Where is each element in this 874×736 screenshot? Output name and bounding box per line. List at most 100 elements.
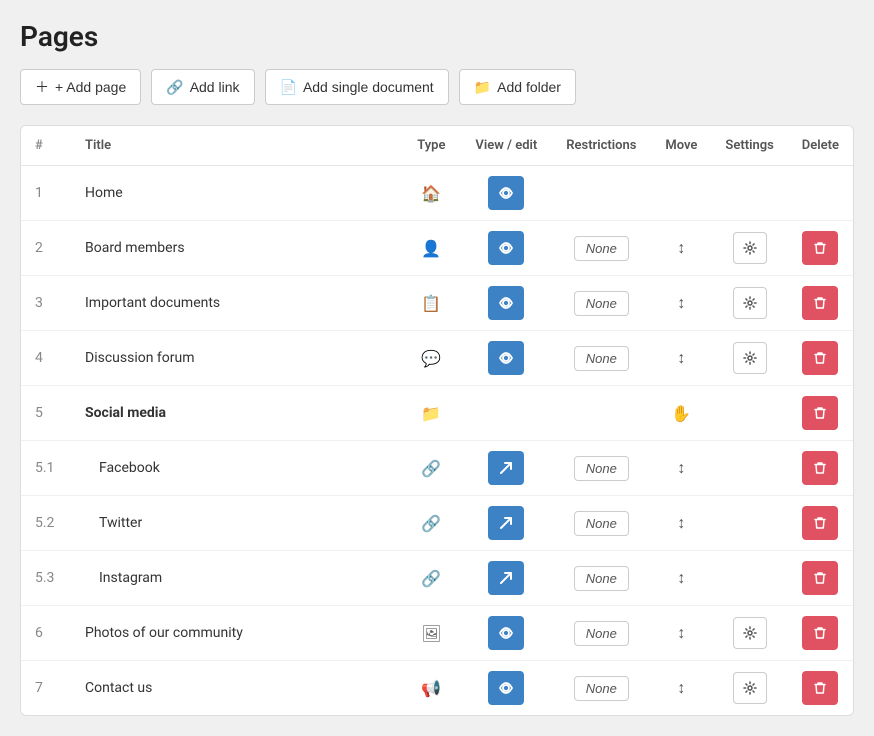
delete-button[interactable]: [802, 341, 838, 375]
table-row: 3Important documents📋None↕: [21, 276, 853, 331]
delete-button[interactable]: [802, 561, 838, 595]
row-settings-cell: [711, 386, 787, 441]
restrictions-dropdown[interactable]: None: [574, 621, 629, 646]
row-view-button-cell: [461, 496, 551, 551]
row-move-cell: ↕: [651, 661, 711, 716]
restrictions-dropdown[interactable]: None: [574, 236, 629, 261]
row-restrictions-cell: None: [551, 331, 651, 386]
add-link-button[interactable]: 🔗 Add link: [151, 69, 254, 105]
add-folder-button[interactable]: 📁 Add folder: [459, 69, 576, 105]
move-arrows-icon[interactable]: ↕: [677, 348, 685, 367]
view-edit-button[interactable]: [488, 176, 524, 210]
row-type-icon: 🖼: [401, 606, 461, 661]
row-move-cell: ✋: [651, 386, 711, 441]
restrictions-dropdown[interactable]: None: [574, 291, 629, 316]
move-arrows-icon[interactable]: ↕: [677, 568, 685, 587]
row-type-icon: 👤: [401, 221, 461, 276]
move-arrows-icon[interactable]: ↕: [677, 623, 685, 642]
row-settings-cell: [711, 166, 787, 221]
view-edit-button[interactable]: [488, 616, 524, 650]
row-delete-cell: [788, 661, 853, 716]
view-edit-button[interactable]: [488, 671, 524, 705]
drag-handle-icon[interactable]: ✋: [671, 404, 691, 423]
move-arrows-icon[interactable]: ↕: [677, 458, 685, 477]
row-title: Instagram: [71, 551, 401, 606]
delete-button[interactable]: [802, 396, 838, 430]
restrictions-dropdown[interactable]: None: [574, 566, 629, 591]
view-edit-button[interactable]: [488, 231, 524, 265]
row-settings-cell: [711, 496, 787, 551]
row-number: 7: [21, 661, 71, 716]
add-folder-label: Add folder: [497, 79, 561, 95]
row-move-cell: [651, 166, 711, 221]
row-delete-cell: [788, 221, 853, 276]
delete-button[interactable]: [802, 616, 838, 650]
col-header-restrictions: Restrictions: [551, 126, 651, 166]
row-restrictions-cell: None: [551, 441, 651, 496]
row-restrictions-cell: None: [551, 221, 651, 276]
row-move-cell: ↕: [651, 496, 711, 551]
row-move-cell: ↕: [651, 276, 711, 331]
delete-button[interactable]: [802, 506, 838, 540]
view-edit-button[interactable]: [488, 561, 524, 595]
view-edit-button[interactable]: [488, 451, 524, 485]
row-type-icon: 🔗: [401, 441, 461, 496]
add-page-button[interactable]: ＋ + Add page: [20, 69, 141, 105]
row-delete-cell: [788, 386, 853, 441]
folder-icon: 📁: [474, 79, 491, 96]
view-edit-button[interactable]: [488, 341, 524, 375]
pages-table-card: # Title Type View / edit Restrictions Mo…: [20, 125, 854, 716]
settings-button[interactable]: [733, 342, 767, 374]
page-title: Pages: [20, 20, 854, 53]
row-settings-cell: [711, 221, 787, 276]
restrictions-dropdown[interactable]: None: [574, 456, 629, 481]
row-title: Home: [71, 166, 401, 221]
move-arrows-icon[interactable]: ↕: [677, 678, 685, 697]
restrictions-dropdown[interactable]: None: [574, 676, 629, 701]
row-settings-cell: [711, 441, 787, 496]
delete-button[interactable]: [802, 231, 838, 265]
row-settings-cell: [711, 331, 787, 386]
row-number: 5.2: [21, 496, 71, 551]
col-header-move: Move: [651, 126, 711, 166]
row-number: 5: [21, 386, 71, 441]
delete-button[interactable]: [802, 671, 838, 705]
row-number: 1: [21, 166, 71, 221]
row-restrictions-cell: None: [551, 496, 651, 551]
row-view-button-cell: [461, 166, 551, 221]
row-type-icon: 📋: [401, 276, 461, 331]
row-restrictions-cell: None: [551, 551, 651, 606]
row-number: 5.1: [21, 441, 71, 496]
add-document-label: Add single document: [303, 79, 434, 95]
row-restrictions-cell: None: [551, 276, 651, 331]
move-arrows-icon[interactable]: ↕: [677, 293, 685, 312]
row-type-icon: 🏠: [401, 166, 461, 221]
row-view-button-cell: [461, 276, 551, 331]
settings-button[interactable]: [733, 287, 767, 319]
row-move-cell: ↕: [651, 221, 711, 276]
settings-button[interactable]: [733, 672, 767, 704]
view-edit-button[interactable]: [488, 506, 524, 540]
restrictions-dropdown[interactable]: None: [574, 511, 629, 536]
settings-button[interactable]: [733, 617, 767, 649]
row-number: 5.3: [21, 551, 71, 606]
move-arrows-icon[interactable]: ↕: [677, 513, 685, 532]
row-title: Facebook: [71, 441, 401, 496]
row-title: Board members: [71, 221, 401, 276]
settings-button[interactable]: [733, 232, 767, 264]
row-number: 6: [21, 606, 71, 661]
col-header-delete: Delete: [788, 126, 853, 166]
row-settings-cell: [711, 551, 787, 606]
delete-button[interactable]: [802, 451, 838, 485]
col-header-view-edit: View / edit: [461, 126, 551, 166]
row-delete-cell: [788, 606, 853, 661]
view-edit-button[interactable]: [488, 286, 524, 320]
delete-button[interactable]: [802, 286, 838, 320]
move-arrows-icon[interactable]: ↕: [677, 238, 685, 257]
add-document-button[interactable]: 📄 Add single document: [265, 69, 449, 105]
restrictions-dropdown[interactable]: None: [574, 346, 629, 371]
add-link-label: Add link: [190, 79, 240, 95]
row-restrictions-cell: [551, 166, 651, 221]
row-title: Discussion forum: [71, 331, 401, 386]
row-delete-cell: [788, 331, 853, 386]
